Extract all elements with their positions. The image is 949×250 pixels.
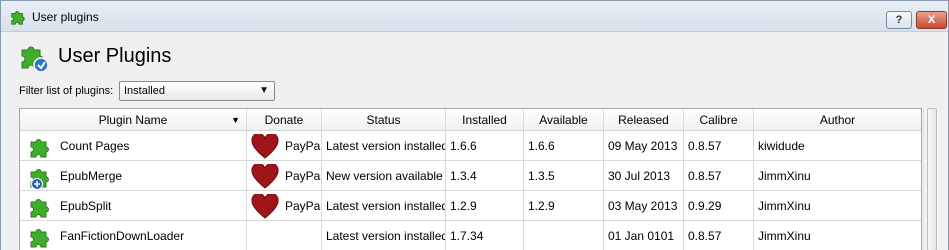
- puzzle-info-icon: [21, 46, 49, 73]
- close-button[interactable]: X: [916, 11, 947, 29]
- donate-cell[interactable]: PayPal: [247, 131, 322, 161]
- status-cell: New version available: [322, 161, 446, 191]
- author-cell: JimmXinu: [758, 169, 811, 183]
- installed-cell: 1.3.4: [446, 161, 524, 191]
- table-header: Plugin Name ▼ Donate Status Installed Ava…: [20, 109, 921, 131]
- installed-cell: 1.7.34: [446, 221, 524, 250]
- plugin-name: EpubSplit: [60, 199, 112, 213]
- dialog-content: User Plugins Filter list of plugins: Ins…: [1, 33, 948, 250]
- calibre-cell: 0.8.57: [684, 221, 754, 250]
- puzzle-icon: [30, 199, 49, 218]
- plugin-name: Count Pages: [60, 139, 130, 153]
- installed-cell: 1.2.9: [446, 191, 524, 221]
- table-row[interactable]: Count Pages PayPal Latest version instal…: [20, 131, 921, 161]
- available-cell: 1.3.5: [524, 161, 604, 191]
- plugin-name: EpubMerge: [60, 169, 123, 183]
- column-header-released[interactable]: Released: [604, 109, 684, 131]
- released-cell: 03 May 2013: [604, 191, 684, 221]
- available-cell: 1.2.9: [524, 191, 604, 221]
- sort-chevron-icon: ▼: [231, 115, 240, 125]
- plugin-name: FanFictionDownLoader: [60, 229, 185, 243]
- puzzle-icon: [30, 229, 49, 248]
- donate-cell[interactable]: PayPal: [247, 161, 322, 191]
- heart-icon: [251, 164, 279, 189]
- column-header-author[interactable]: Author: [754, 109, 921, 131]
- table-row[interactable]: EpubMerge PayPal New version available 1…: [20, 161, 921, 191]
- scrollbar-thumb[interactable]: [927, 108, 937, 250]
- table-row[interactable]: FanFictionDownLoader Latest version inst…: [20, 221, 921, 250]
- puzzle-update-icon: [30, 169, 49, 190]
- user-plugins-dialog: User plugins ? X User Plugins Filter lis…: [0, 0, 949, 250]
- author-cell: JimmXinu: [758, 199, 811, 213]
- column-header-plugin-name[interactable]: Plugin Name ▼: [20, 109, 247, 131]
- paypal-link[interactable]: PayPal: [285, 191, 321, 221]
- released-cell: 01 Jan 0101: [604, 221, 684, 250]
- title-bar: User plugins ? X: [1, 1, 948, 32]
- column-header-calibre[interactable]: Calibre: [684, 109, 754, 131]
- released-cell: 30 Jul 2013: [604, 161, 684, 191]
- donate-cell[interactable]: PayPal: [247, 191, 322, 221]
- author-cell: kiwidude: [758, 139, 805, 153]
- chevron-down-icon: ▼: [259, 85, 269, 96]
- table-row[interactable]: EpubSplit PayPal Latest version installe…: [20, 191, 921, 221]
- puzzle-icon: [11, 11, 25, 25]
- plugins-table: Plugin Name ▼ Donate Status Installed Ava…: [19, 108, 922, 250]
- filter-select[interactable]: Installed ▼: [119, 81, 275, 101]
- vertical-scrollbar[interactable]: [923, 108, 939, 250]
- donate-cell: [247, 221, 322, 250]
- puzzle-icon: [30, 139, 49, 158]
- paypal-link[interactable]: PayPal: [285, 161, 321, 191]
- author-cell: JimmXinu: [758, 229, 811, 243]
- help-button[interactable]: ?: [886, 11, 912, 29]
- calibre-cell: 0.9.29: [684, 191, 754, 221]
- column-header-donate[interactable]: Donate: [247, 109, 322, 131]
- page-title: User Plugins: [58, 45, 172, 67]
- filter-label: Filter list of plugins:: [19, 85, 114, 97]
- column-header-installed[interactable]: Installed: [446, 109, 524, 131]
- calibre-cell: 0.8.57: [684, 161, 754, 191]
- filter-selected-value: Installed: [124, 85, 165, 97]
- paypal-link[interactable]: PayPal: [285, 131, 321, 161]
- calibre-cell: 0.8.57: [684, 131, 754, 161]
- heart-icon: [251, 194, 279, 219]
- column-header-status[interactable]: Status: [322, 109, 446, 131]
- available-cell: 1.6.6: [524, 131, 604, 161]
- installed-cell: 1.6.6: [446, 131, 524, 161]
- status-cell: Latest version installed: [322, 191, 446, 221]
- window-title: User plugins: [32, 10, 99, 24]
- status-cell: Latest version installed: [322, 131, 446, 161]
- released-cell: 09 May 2013: [604, 131, 684, 161]
- column-header-available[interactable]: Available: [524, 109, 604, 131]
- available-cell: [524, 221, 604, 250]
- heart-icon: [251, 134, 279, 159]
- status-cell: Latest version installed: [322, 221, 446, 250]
